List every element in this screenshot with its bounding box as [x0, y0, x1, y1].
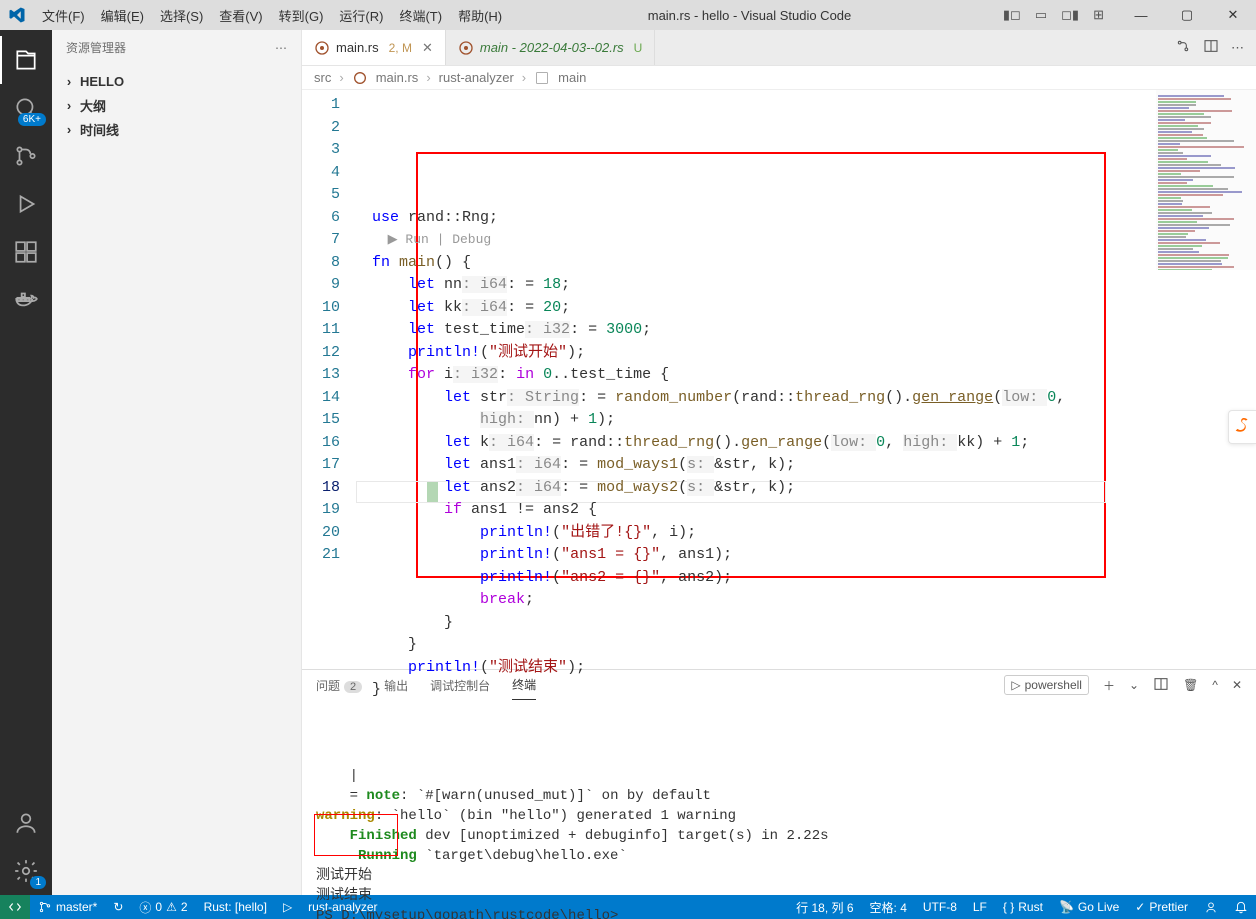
activity-explorer[interactable]: [0, 36, 52, 84]
activity-account[interactable]: [0, 799, 52, 847]
sidebar-section-timeline[interactable]: ›时间线: [52, 117, 301, 141]
split-editor-icon[interactable]: [1203, 38, 1219, 57]
menubar: 文件(F)编辑(E)选择(S)查看(V)转到(G)运行(R)终端(T)帮助(H): [34, 1, 510, 30]
tab-close-icon[interactable]: ✕: [422, 40, 433, 56]
layout-icons: ▮◻ ▭ ◻▮ ⊞: [989, 7, 1118, 23]
sidebar-section-hello[interactable]: ›HELLO: [52, 69, 301, 93]
sidebar-title: 资源管理器: [66, 39, 126, 56]
activity-debug[interactable]: [0, 180, 52, 228]
codelens-run-debug[interactable]: ▶ Run | Debug: [356, 229, 1256, 252]
layout-customize-icon[interactable]: ⊞: [1093, 7, 1104, 23]
line-numbers: 123456789101112131415161718192021: [302, 90, 356, 669]
activity-extensions[interactable]: [0, 228, 52, 276]
status-errors-warnings[interactable]: ⓧ 0 ⚠ 2: [131, 895, 195, 919]
editor-group: main.rs 2, M ✕ main - 2022-04-03--02.rs …: [302, 30, 1256, 895]
editor-tabs: main.rs 2, M ✕ main - 2022-04-03--02.rs …: [302, 30, 1256, 66]
toggle-panel-icon[interactable]: ▭: [1035, 7, 1047, 23]
rust-file-icon: [458, 40, 474, 56]
search-badge: 6K+: [18, 113, 46, 126]
editor-more-icon[interactable]: ⋯: [1231, 40, 1244, 56]
activity-search[interactable]: 6K+: [0, 84, 52, 132]
menu-转到(G)[interactable]: 转到(G): [271, 1, 332, 30]
status-git-branch[interactable]: master*: [30, 895, 105, 919]
rust-file-icon: [314, 40, 330, 56]
menu-运行(R)[interactable]: 运行(R): [331, 1, 391, 30]
menu-帮助(H)[interactable]: 帮助(H): [450, 1, 510, 30]
settings-badge: 1: [30, 876, 46, 889]
title-bar: 文件(F)编辑(E)选择(S)查看(V)转到(G)运行(R)终端(T)帮助(H)…: [0, 0, 1256, 30]
close-window-button[interactable]: ✕: [1210, 0, 1256, 30]
editor[interactable]: 123456789101112131415161718192021 use ra…: [302, 90, 1256, 669]
tab-main-rs[interactable]: main.rs 2, M ✕: [302, 30, 446, 65]
minimize-button[interactable]: —: [1118, 0, 1164, 30]
status-rust-project[interactable]: Rust: [hello]: [196, 895, 275, 919]
activity-docker[interactable]: [0, 276, 52, 324]
menu-选择(S)[interactable]: 选择(S): [152, 1, 211, 30]
activity-bar: 6K+ 1: [0, 30, 52, 895]
menu-编辑(E)[interactable]: 编辑(E): [93, 1, 152, 30]
toggle-sidebar-right-icon[interactable]: ◻▮: [1061, 7, 1079, 23]
symbol-function-icon: [534, 70, 550, 86]
activity-settings[interactable]: 1: [0, 847, 52, 895]
status-run-icon[interactable]: ▷: [275, 895, 300, 919]
maximize-button[interactable]: ▢: [1164, 0, 1210, 30]
status-remote-icon[interactable]: [0, 895, 30, 919]
window-title: main.rs - hello - Visual Studio Code: [510, 8, 989, 23]
vscode-logo-icon: [0, 6, 34, 24]
explorer-sidebar: 资源管理器 ⋯ ›HELLO ›大纲 ›时间线: [52, 30, 302, 895]
window-controls: — ▢ ✕: [1118, 0, 1256, 30]
status-sync[interactable]: ↻: [105, 895, 131, 919]
activity-scm[interactable]: [0, 132, 52, 180]
sidebar-more-icon[interactable]: ⋯: [275, 41, 287, 55]
menu-终端(T)[interactable]: 终端(T): [391, 1, 450, 30]
rust-file-icon: [352, 70, 368, 86]
compare-changes-icon[interactable]: [1175, 38, 1191, 57]
breadcrumb[interactable]: src› main.rs› rust-analyzer› main: [302, 66, 1256, 90]
sidebar-section-outline[interactable]: ›大纲: [52, 93, 301, 117]
terminal[interactable]: | = note: `#[warn(unused_mut)]` on by de…: [302, 700, 1256, 919]
tab-main-backup-rs[interactable]: main - 2022-04-03--02.rs U: [446, 30, 655, 65]
menu-查看(V)[interactable]: 查看(V): [211, 1, 270, 30]
menu-文件(F)[interactable]: 文件(F): [34, 1, 93, 30]
code-area[interactable]: use rand::Rng; ▶ Run | Debugfn main() { …: [356, 90, 1256, 669]
toggle-sidebar-left-icon[interactable]: ▮◻: [1003, 7, 1021, 23]
